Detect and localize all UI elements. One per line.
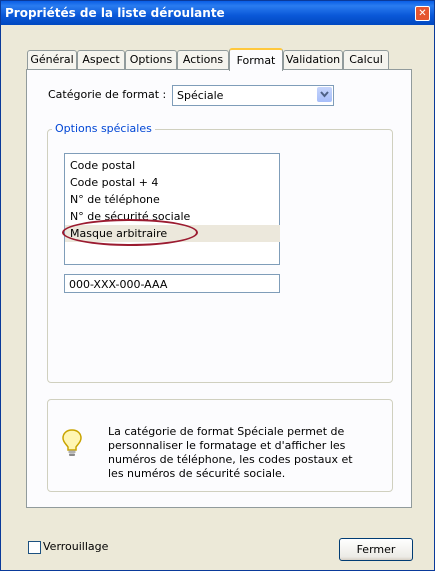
tab-calcul[interactable]: Calcul bbox=[343, 50, 389, 69]
chevron-down-icon[interactable] bbox=[317, 87, 332, 102]
list-item[interactable]: Code postal + 4 bbox=[65, 174, 280, 191]
tab-general[interactable]: Général bbox=[27, 50, 77, 69]
close-button[interactable]: Fermer bbox=[339, 538, 413, 561]
list-item[interactable]: N° de sécurité sociale bbox=[65, 208, 280, 225]
lock-checkbox[interactable] bbox=[28, 541, 41, 554]
format-panel: Catégorie de format : Spéciale Options s… bbox=[26, 69, 412, 508]
tab-format[interactable]: Format bbox=[229, 48, 283, 71]
group-title: Options spéciales bbox=[52, 122, 155, 135]
tab-actions[interactable]: Actions bbox=[177, 50, 229, 69]
list-item[interactable]: Code postal bbox=[65, 157, 280, 174]
window-title: Propriétés de la liste déroulante bbox=[5, 6, 225, 20]
lock-label: Verrouillage bbox=[43, 540, 109, 553]
close-icon[interactable]: ✕ bbox=[415, 6, 430, 21]
mask-input[interactable]: 000-XXX-000-AAA bbox=[64, 274, 280, 293]
list-item[interactable]: N° de téléphone bbox=[65, 191, 280, 208]
title-bar[interactable]: Propriétés de la liste déroulante ✕ bbox=[1, 1, 434, 25]
category-label: Catégorie de format : bbox=[48, 88, 167, 101]
dialog-window: Propriétés de la liste déroulante ✕ Géné… bbox=[0, 0, 435, 571]
list-item-selected[interactable]: Masque arbitraire bbox=[65, 225, 280, 242]
lightbulb-icon bbox=[62, 429, 82, 456]
info-text: La catégorie de format Spéciale permet d… bbox=[108, 425, 353, 480]
tab-aspect[interactable]: Aspect bbox=[77, 50, 125, 69]
special-options-list[interactable]: Code postal Code postal + 4 N° de téléph… bbox=[64, 153, 280, 265]
tab-options[interactable]: Options bbox=[125, 50, 177, 69]
category-select[interactable]: Spéciale bbox=[172, 85, 334, 106]
tab-validation[interactable]: Validation bbox=[283, 50, 343, 69]
category-value: Spéciale bbox=[177, 89, 224, 102]
